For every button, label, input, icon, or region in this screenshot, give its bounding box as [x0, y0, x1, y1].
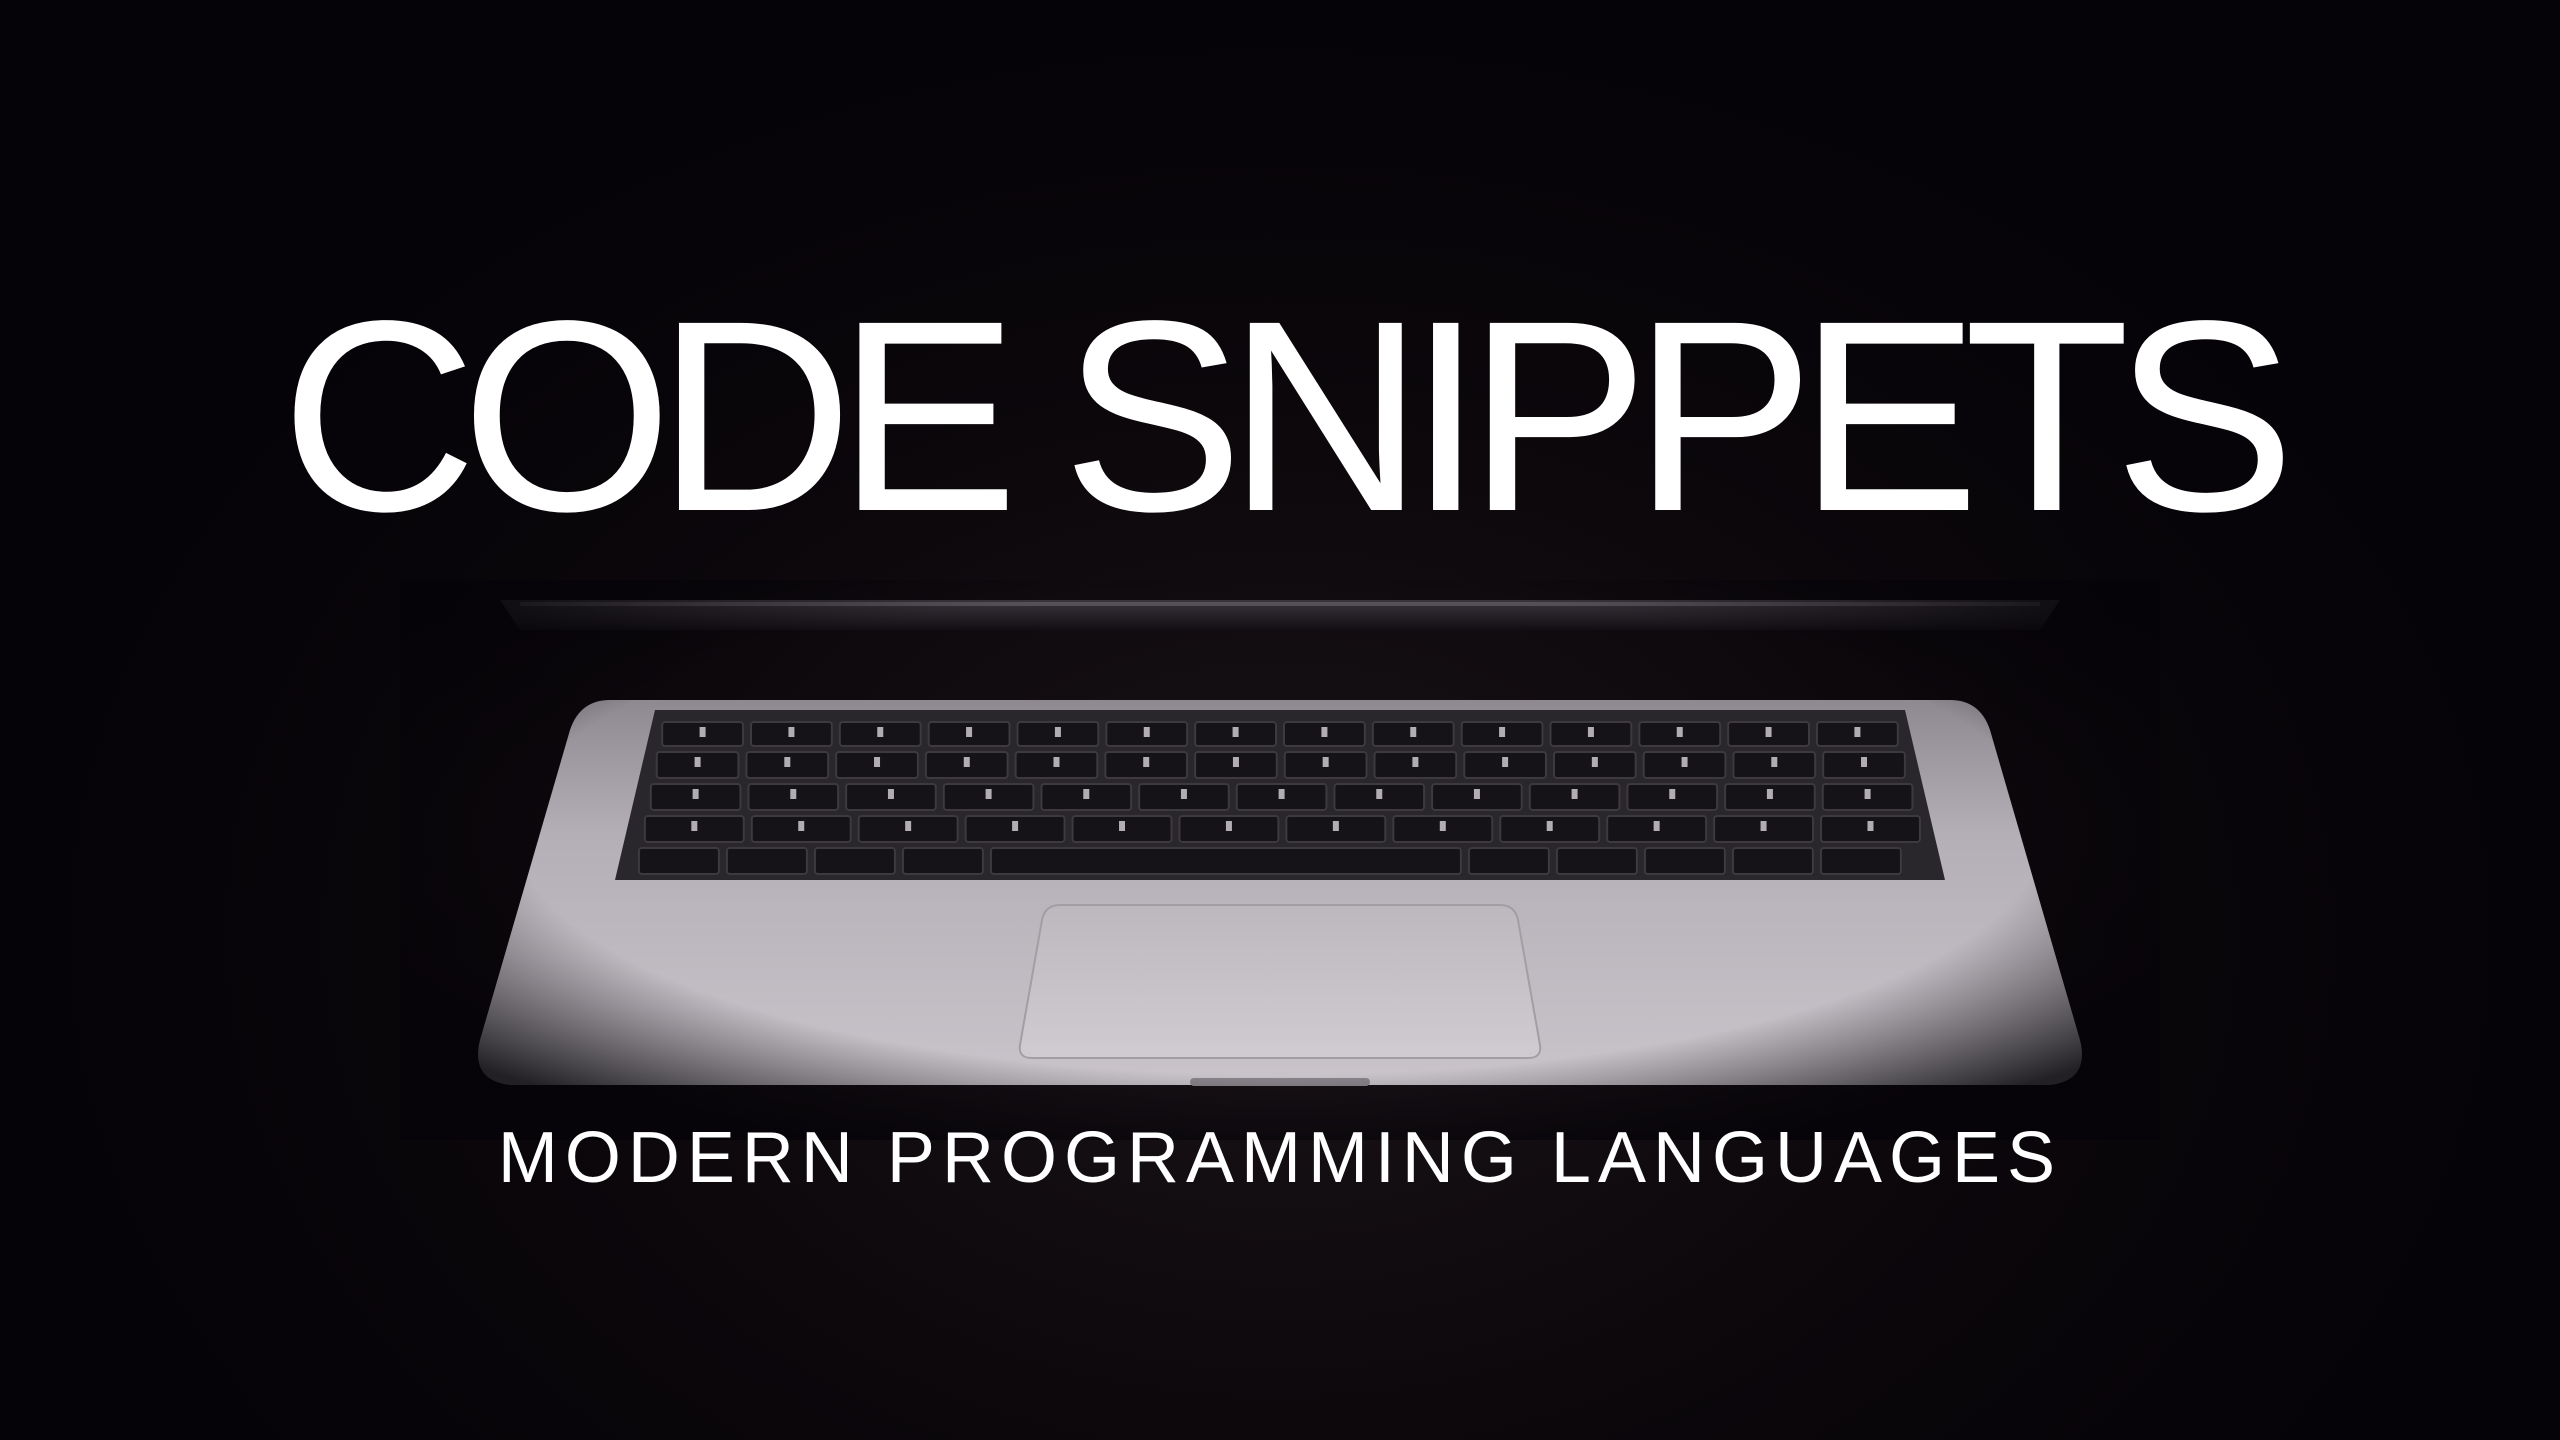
banner-title: CODE SNIPPETS [280, 264, 2296, 568]
banner-subtitle: MODERN PROGRAMMING LANGUAGES [497, 1118, 2063, 1198]
laptop-keyboard-illustration [400, 580, 2160, 1140]
banner: CODE SNIPPETS MODERN PROGRAMMING LANGUAG… [0, 0, 2560, 1440]
